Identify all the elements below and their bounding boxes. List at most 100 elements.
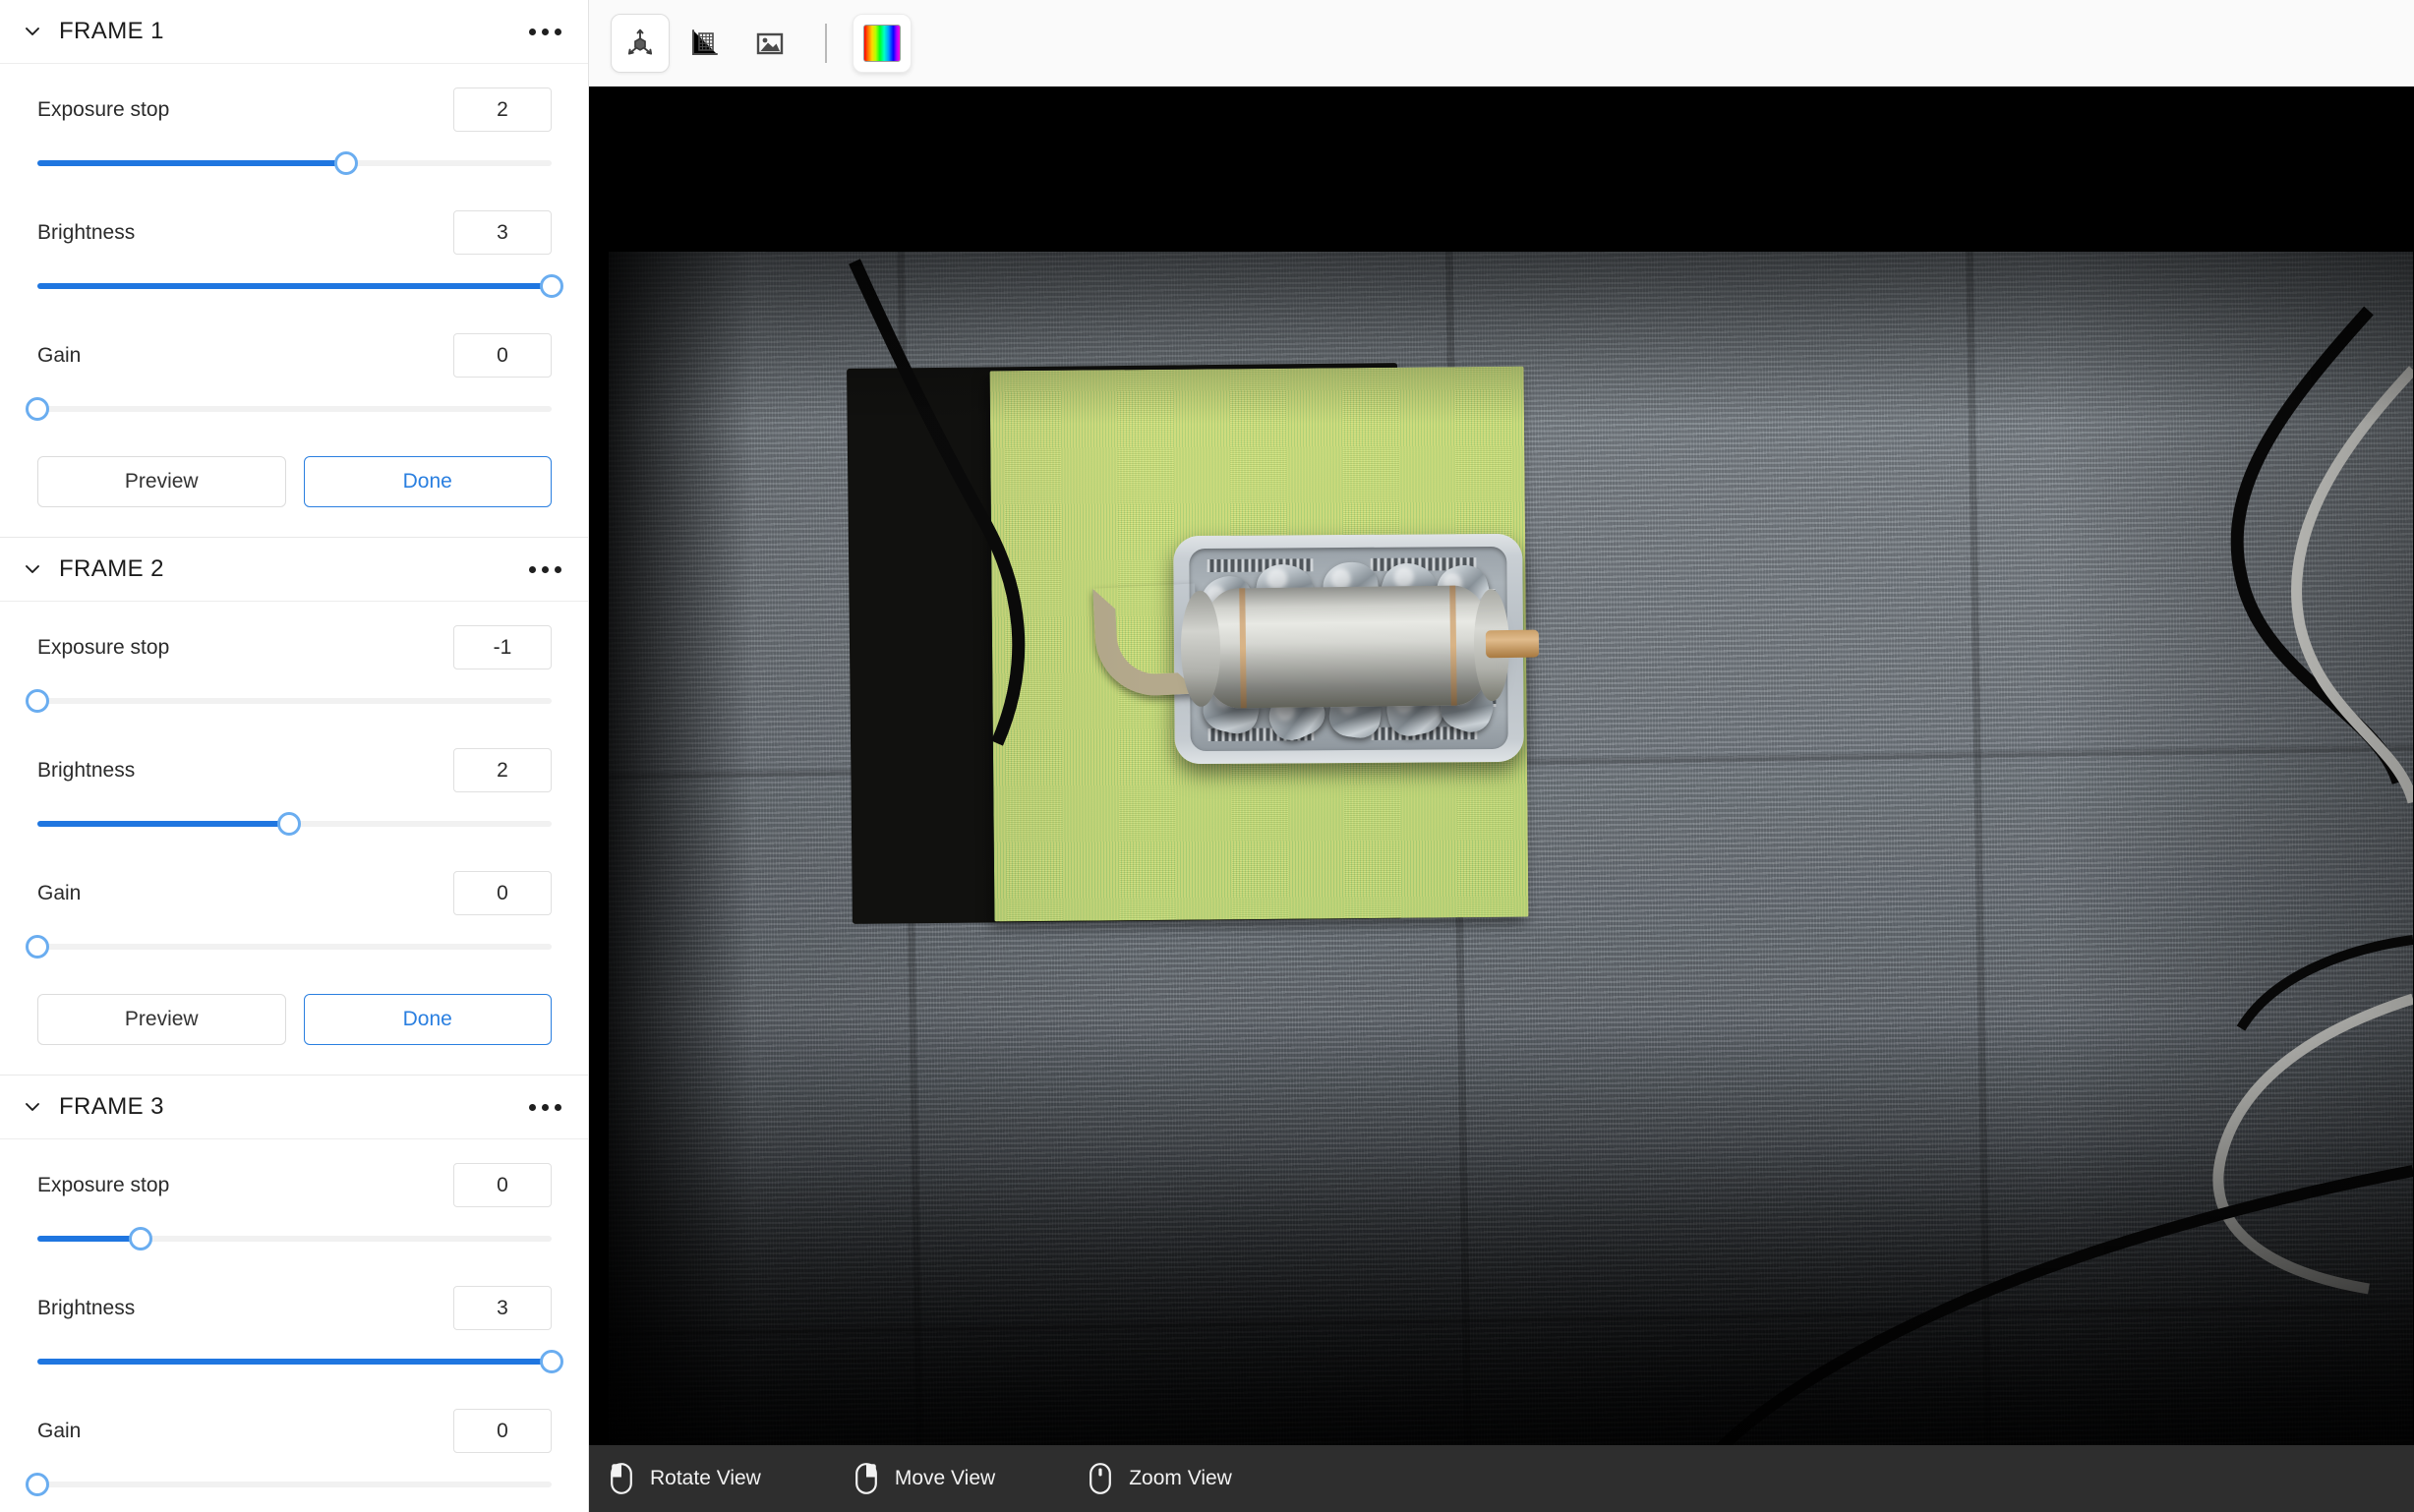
- frames-sidebar: FRAME 1 Exposure stop 2 Brightness 3 Gain 0 Pre…: [0, 0, 589, 1512]
- frame-body: Exposure stop 2 Brightness 3 Gain 0 Preview Don…: [0, 64, 588, 537]
- frame-title: FRAME 3: [59, 1093, 164, 1120]
- control-row: Gain 0: [37, 871, 552, 915]
- control-label: Gain: [37, 343, 82, 367]
- colormap-tool-button[interactable]: [853, 13, 912, 73]
- camera-viewport[interactable]: [589, 87, 2414, 1445]
- frame-header[interactable]: FRAME 2: [0, 538, 588, 602]
- chevron-down-icon[interactable]: [18, 554, 47, 584]
- frame-panel: FRAME 1 Exposure stop 2 Brightness 3 Gain 0 Pre…: [0, 0, 588, 538]
- photo-vertical-shading: [609, 252, 2413, 1445]
- slider-fill: [37, 821, 290, 827]
- control-label: Exposure stop: [37, 635, 170, 659]
- control-row: Gain 0: [37, 1409, 552, 1453]
- control-row: Brightness 2: [37, 748, 552, 792]
- control-value-input[interactable]: 0: [453, 1163, 552, 1207]
- plot-grid-tool-button[interactable]: [676, 14, 735, 73]
- control-row: Brightness 3: [37, 1286, 552, 1330]
- control-value-input[interactable]: 2: [453, 748, 552, 792]
- done-button[interactable]: Done: [303, 994, 552, 1045]
- control-slider[interactable]: [26, 929, 552, 964]
- control-slider[interactable]: [26, 1467, 552, 1502]
- slider-thumb[interactable]: [26, 397, 49, 421]
- control-label: Brightness: [37, 220, 136, 244]
- frame-body: Exposure stop0Brightness3Gain0PreviewDon…: [0, 1139, 588, 1512]
- control-row: Exposure stop -1: [37, 625, 552, 669]
- control-slider[interactable]: [37, 145, 552, 181]
- preview-button[interactable]: Preview: [37, 994, 286, 1045]
- slider-fill: [37, 160, 346, 166]
- viewer-status-bar: Rotate View Move View Zoom View: [589, 1445, 2414, 1512]
- control-label: Brightness: [37, 1296, 136, 1319]
- more-horizontal-icon[interactable]: [525, 558, 565, 581]
- slider-fill: [37, 283, 552, 289]
- status-bar-item: Move View: [854, 1463, 996, 1494]
- control-slider[interactable]: [37, 806, 552, 842]
- toolbar-separator: [825, 23, 827, 63]
- control-label: Gain: [37, 881, 82, 904]
- frame-actions: Preview Done: [37, 994, 552, 1045]
- status-bar-label: Rotate View: [650, 1467, 761, 1489]
- frame-header[interactable]: FRAME 1: [0, 0, 588, 64]
- frame-title: FRAME 1: [59, 18, 164, 44]
- control-value-input[interactable]: 3: [453, 210, 552, 255]
- control-slider[interactable]: [37, 268, 563, 304]
- control-row: Exposure stop 2: [37, 87, 552, 132]
- slider-thumb[interactable]: [26, 935, 49, 959]
- main-viewer-panel: Rotate View Move View Zoom View: [589, 0, 2414, 1512]
- slider-thumb[interactable]: [333, 151, 358, 175]
- control-row: Brightness 3: [37, 210, 552, 255]
- image-icon: [756, 32, 784, 54]
- control-value-input[interactable]: 3: [453, 1286, 552, 1330]
- chevron-down-icon[interactable]: [18, 1092, 47, 1122]
- frame-header[interactable]: FRAME 3: [0, 1076, 588, 1139]
- slider-thumb[interactable]: [26, 1473, 49, 1496]
- slider-thumb[interactable]: [128, 1227, 152, 1250]
- slider-fill: [37, 1236, 141, 1242]
- status-bar-item: Zoom View: [1089, 1463, 1232, 1494]
- control-label: Exposure stop: [37, 1173, 170, 1196]
- slider-thumb[interactable]: [540, 1350, 563, 1373]
- frame-panel: FRAME 2 Exposure stop -1 Brightness 2 Gain 0 Pr…: [0, 538, 588, 1076]
- more-horizontal-icon[interactable]: [525, 1096, 565, 1119]
- image-tool-button[interactable]: [740, 14, 799, 73]
- control-row: Gain 0: [37, 333, 552, 378]
- viewer-toolbar: [589, 0, 2414, 87]
- frame-title: FRAME 2: [59, 555, 164, 582]
- control-slider[interactable]: [37, 1344, 563, 1379]
- frame-body: Exposure stop -1 Brightness 2 Gain 0 Preview Do…: [0, 602, 588, 1075]
- slider-thumb[interactable]: [277, 812, 302, 836]
- preview-button[interactable]: Preview: [37, 456, 286, 507]
- control-value-input[interactable]: 0: [453, 1409, 552, 1453]
- control-row: Exposure stop 0: [37, 1163, 552, 1207]
- frame-panel: FRAME 3Exposure stop0Brightness3Gain0Pre…: [0, 1076, 588, 1512]
- control-value-input[interactable]: 0: [453, 871, 552, 915]
- status-bar-label: Move View: [894, 1467, 996, 1489]
- slider-track[interactable]: [37, 1482, 552, 1487]
- control-slider[interactable]: [26, 683, 552, 719]
- mouse-scroll-wheel-icon: [1089, 1463, 1112, 1494]
- sidebar-scroll-area[interactable]: FRAME 1 Exposure stop 2 Brightness 3 Gain 0 Pre…: [0, 0, 588, 1512]
- axes-3d-tool-button[interactable]: [611, 13, 670, 73]
- slider-track[interactable]: [37, 406, 552, 412]
- control-slider[interactable]: [26, 391, 552, 427]
- captured-photo: [609, 252, 2413, 1445]
- mouse-right-button-icon: [854, 1463, 877, 1494]
- status-bar-item: Rotate View: [611, 1463, 761, 1494]
- plot-grid-icon: [692, 29, 718, 55]
- control-value-input[interactable]: 2: [453, 87, 552, 132]
- application-root: FRAME 1 Exposure stop 2 Brightness 3 Gain 0 Pre…: [0, 0, 2414, 1512]
- done-button[interactable]: Done: [303, 456, 552, 507]
- control-value-input[interactable]: -1: [453, 625, 552, 669]
- control-label: Exposure stop: [37, 97, 170, 121]
- more-horizontal-icon[interactable]: [525, 21, 565, 43]
- control-value-input[interactable]: 0: [453, 333, 552, 378]
- chevron-down-icon[interactable]: [18, 17, 47, 46]
- control-slider[interactable]: [37, 1221, 552, 1256]
- axes-3d-icon: [627, 29, 653, 55]
- slider-track[interactable]: [37, 698, 552, 704]
- slider-thumb[interactable]: [26, 689, 49, 713]
- slider-track[interactable]: [37, 944, 552, 950]
- slider-fill: [37, 1359, 552, 1365]
- slider-thumb[interactable]: [540, 274, 563, 298]
- status-bar-label: Zoom View: [1129, 1467, 1232, 1489]
